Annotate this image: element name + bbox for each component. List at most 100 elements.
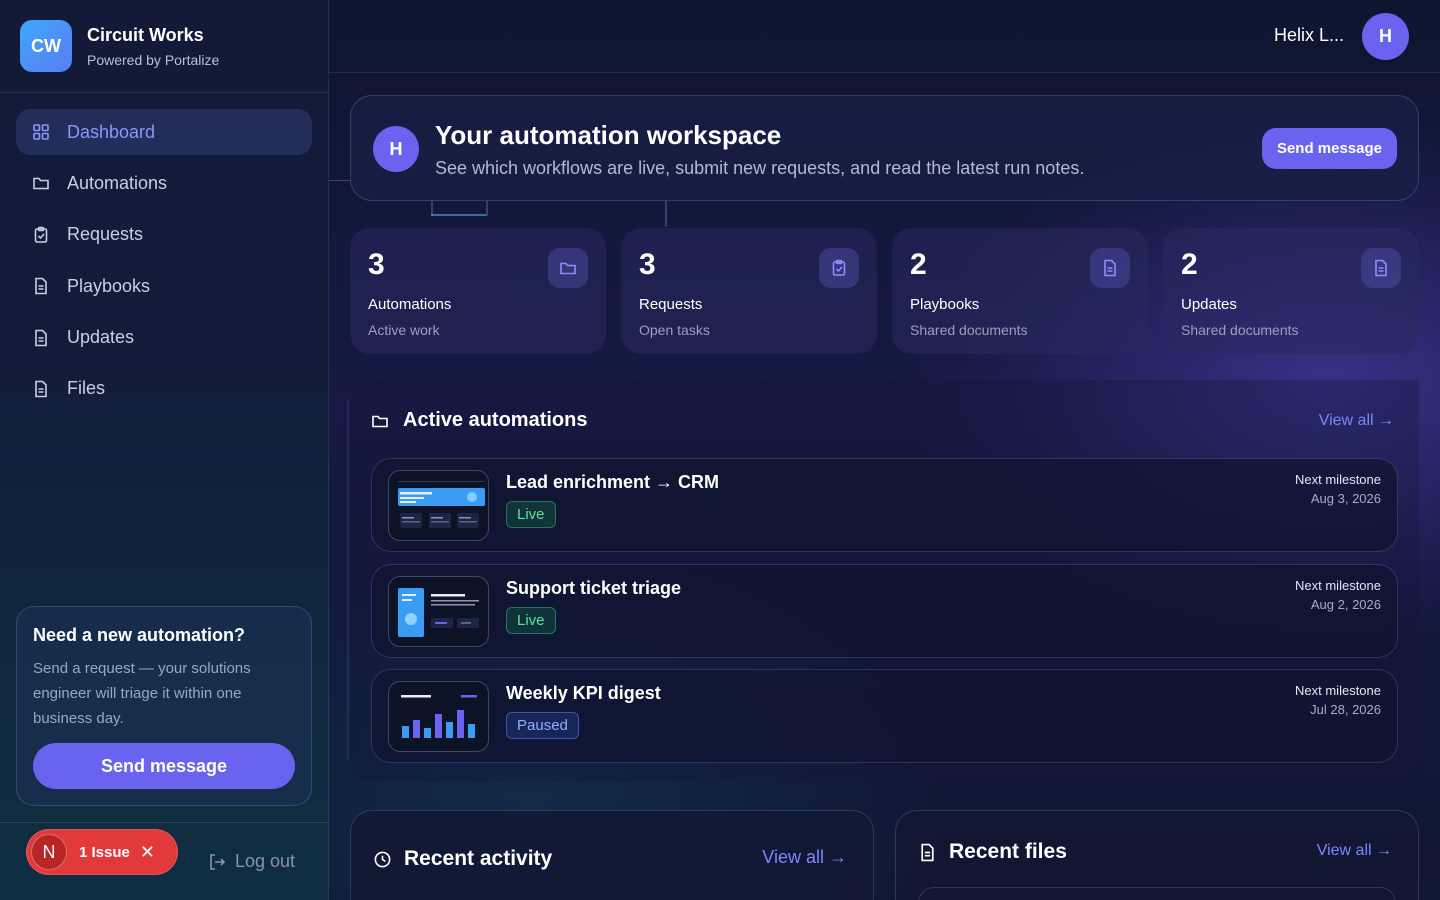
- document-icon: [32, 329, 50, 347]
- sidebar-item-label: Automations: [67, 172, 168, 193]
- stat-subtitle: Shared documents: [910, 322, 1028, 338]
- automation-card[interactable]: Weekly KPI digest Paused Next milestone …: [371, 669, 1398, 763]
- stat-title: Requests: [639, 296, 703, 313]
- sidebar-item-playbooks[interactable]: Playbooks: [16, 263, 312, 309]
- user-avatar[interactable]: H: [1362, 13, 1409, 60]
- new-automation-card: Need a new automation? Send a request — …: [16, 606, 312, 806]
- sidebar-item-files[interactable]: Files: [16, 366, 312, 412]
- logout-icon: [210, 853, 226, 870]
- sidebar-item-label: Playbooks: [67, 275, 151, 296]
- document-icon: [1361, 248, 1401, 288]
- section-title: Recent activity: [404, 847, 553, 870]
- sidebar-item-label: Files: [67, 378, 106, 399]
- status-badge: Paused: [506, 712, 579, 739]
- stat-title: Automations: [368, 296, 452, 313]
- topbar: Helix L... H: [329, 0, 1440, 73]
- close-icon[interactable]: ✕: [140, 842, 155, 863]
- cta-title: Need a new automation?: [33, 625, 246, 645]
- brand: CW Circuit Works Powered by Portalize: [0, 0, 328, 93]
- stat-card-requests[interactable]: 3 Requests Open tasks: [621, 228, 877, 354]
- automation-thumbnail: [388, 576, 489, 647]
- stat-subtitle: Active work: [368, 322, 440, 338]
- document-icon: [921, 843, 934, 861]
- user-name[interactable]: Helix L...: [1274, 25, 1344, 46]
- decorative-line: [665, 201, 667, 227]
- milestone-label: Next milestone: [1295, 578, 1381, 593]
- document-icon: [1090, 248, 1130, 288]
- recent-files-card: Recent files View all →: [895, 810, 1419, 900]
- sidebar-item-label: Requests: [67, 224, 144, 245]
- clipboard-icon: [819, 248, 859, 288]
- automation-card[interactable]: Lead enrichment → CRM Live Next mileston…: [371, 458, 1398, 552]
- logout-label: Log out: [235, 851, 296, 871]
- app: CW Circuit Works Powered by Portalize Da…: [0, 0, 1440, 900]
- recent-activity-view-all-link[interactable]: View all →: [762, 847, 847, 868]
- automation-thumbnail: [388, 470, 489, 541]
- clipboard-icon: [32, 226, 50, 244]
- stat-card-updates[interactable]: 2 Updates Shared documents: [1163, 228, 1419, 354]
- status-badge: Live: [506, 607, 556, 634]
- send-message-button[interactable]: Send message: [1261, 128, 1397, 169]
- folder-icon: [32, 174, 50, 192]
- automation-thumbnail: [388, 681, 489, 752]
- brand-logo[interactable]: CW: [20, 20, 72, 72]
- milestone-label: Next milestone: [1295, 683, 1381, 698]
- automations-view-all-link[interactable]: View all →: [1319, 412, 1394, 430]
- stat-card-playbooks[interactable]: 2 Playbooks Shared documents: [892, 228, 1148, 354]
- workspace-hero: H Your automation workspace See which wo…: [350, 95, 1419, 201]
- recent-files-heading: Recent files: [918, 840, 1067, 864]
- sidebar-item-label: Dashboard: [67, 121, 156, 142]
- recent-activity-heading: Recent activity: [373, 847, 552, 871]
- logout-button[interactable]: Log out: [207, 851, 295, 872]
- recent-activity-card: Recent activity View all →: [350, 810, 874, 900]
- sidebar-item-requests[interactable]: Requests: [16, 212, 312, 258]
- section-title: Recent files: [949, 840, 1067, 863]
- sidebar: CW Circuit Works Powered by Portalize Da…: [0, 0, 329, 900]
- recent-files-view-all-link[interactable]: View all →: [1317, 842, 1392, 860]
- folder-icon: [548, 248, 588, 288]
- folder-icon: [372, 415, 388, 427]
- section-title: Active automations: [403, 409, 588, 431]
- automation-card[interactable]: Support ticket triage Live Next mileston…: [371, 564, 1398, 658]
- milestone-date: Jul 28, 2026: [1310, 702, 1381, 717]
- document-icon: [32, 380, 50, 398]
- page-subtitle: See which workflows are live, submit new…: [435, 158, 1085, 178]
- stat-card-automations[interactable]: 3 Automations Active work: [350, 228, 606, 354]
- sidebar-item-label: Updates: [67, 327, 135, 348]
- stat-subtitle: Shared documents: [1181, 322, 1299, 338]
- issue-indicator[interactable]: N 1 Issue ✕: [26, 829, 178, 875]
- automation-name: Lead enrichment → CRM: [506, 472, 720, 492]
- decorative-line: [329, 180, 350, 181]
- stats-row: 3 Automations Active work 3 Requests Ope…: [350, 228, 1419, 354]
- hero-avatar: H: [373, 126, 419, 172]
- stat-title: Updates: [1181, 296, 1237, 313]
- stat-title: Playbooks: [910, 296, 980, 313]
- sidebar-send-message-button[interactable]: Send message: [33, 743, 295, 789]
- automations-heading: Active automations: [371, 409, 587, 432]
- status-badge: Live: [506, 501, 556, 528]
- decorative-line: [347, 400, 349, 760]
- clock-icon: [374, 851, 391, 867]
- sidebar-item-updates[interactable]: Updates: [16, 315, 312, 361]
- brand-subtitle: Powered by Portalize: [87, 51, 220, 68]
- stat-subtitle: Open tasks: [639, 322, 710, 338]
- issue-label: 1 Issue: [79, 843, 130, 861]
- main-content: Helix L... H H Your automation workspace…: [329, 0, 1440, 900]
- sidebar-item-dashboard[interactable]: Dashboard: [16, 109, 312, 155]
- grid-icon: [32, 123, 50, 141]
- milestone-label: Next milestone: [1295, 472, 1381, 487]
- issue-avatar: N: [31, 834, 67, 870]
- page-title: Your automation workspace: [435, 120, 782, 150]
- document-icon: [32, 277, 50, 295]
- decorative-line: [431, 214, 486, 216]
- sidebar-footer: N 1 Issue ✕ Log out: [0, 822, 328, 900]
- brand-text: Circuit Works Powered by Portalize: [87, 25, 219, 68]
- milestone-date: Aug 2, 2026: [1310, 597, 1381, 612]
- automation-name: Support ticket triage: [506, 578, 682, 598]
- cta-text: Send a request — your solutions engineer…: [33, 660, 251, 727]
- file-row[interactable]: [918, 887, 1396, 900]
- milestone-date: Aug 3, 2026: [1310, 491, 1381, 506]
- sidebar-item-automations[interactable]: Automations: [16, 160, 312, 206]
- automation-name: Weekly KPI digest: [506, 683, 661, 703]
- decorative-line: [486, 201, 488, 216]
